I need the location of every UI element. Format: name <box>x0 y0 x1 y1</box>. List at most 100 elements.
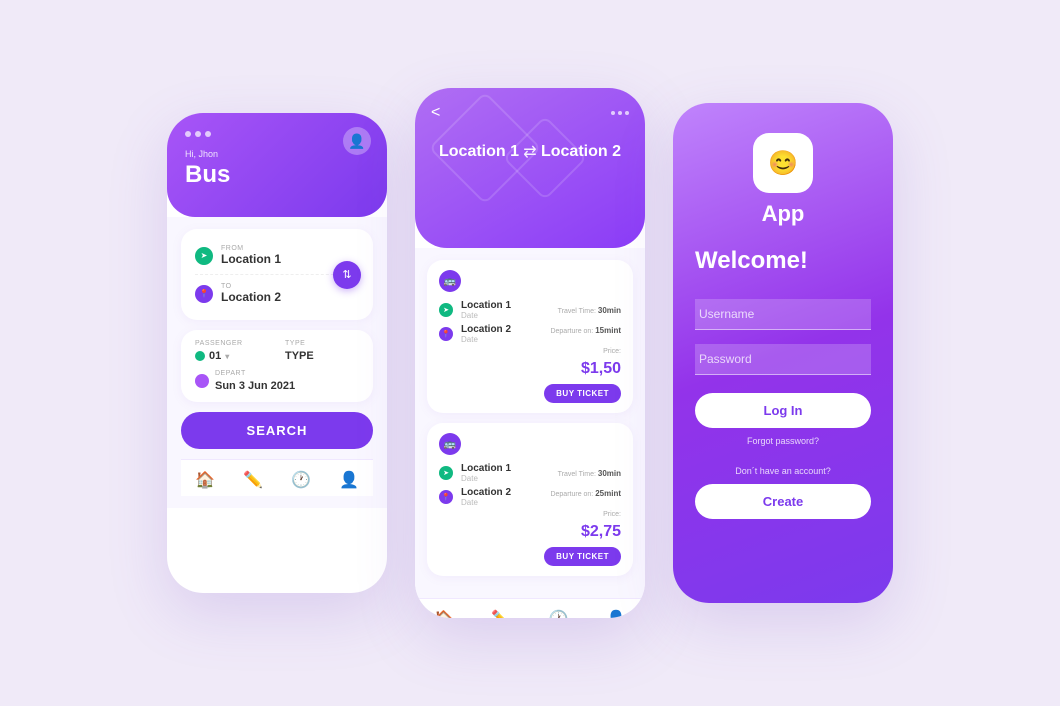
password-input[interactable] <box>695 344 871 375</box>
route-display: Location 1 ⇄ Location 2 <box>431 142 629 162</box>
screen3-body: 😊 App Welcome! Log In Forgot password? D… <box>673 103 893 543</box>
ticket-card-1: 🚌 ➤ Location 1 Date 📍 <box>427 260 633 413</box>
dot-2 <box>195 131 201 137</box>
to-icon-1: 📍 <box>439 327 453 341</box>
passenger-type-row: PASSENGER 01 ▾ TYPE TYPE <box>195 340 359 362</box>
app-name: App <box>762 201 805 227</box>
back-button[interactable]: < <box>431 104 440 122</box>
username-input[interactable] <box>695 299 871 330</box>
trip-details-card: PASSENGER 01 ▾ TYPE TYPE <box>181 330 373 402</box>
ticket-list-body: 🚌 ➤ Location 1 Date 📍 <box>415 248 645 598</box>
from-row: ➤ FROM Location 1 <box>195 241 359 270</box>
ticket-2-left: ➤ Location 1 Date 📍 Location 2 Date <box>439 463 544 541</box>
nav-profile-icon[interactable]: 👤 <box>339 470 359 490</box>
screen1-header: 👤 Hi, Jhon Bus <box>167 113 387 217</box>
bus-icon-2: 🚌 <box>439 433 461 455</box>
create-account-button[interactable]: Create <box>695 484 871 519</box>
dot-2 <box>618 111 622 115</box>
passenger-dot-icon <box>195 351 205 361</box>
ticket-1-from-info: Location 1 Date <box>461 300 511 320</box>
depart-row: DEPART Sun 3 Jun 2021 <box>195 370 359 392</box>
to-section: TO Location 2 <box>221 283 281 304</box>
to-icon: 📍 <box>195 285 213 303</box>
screen1-body: ➤ FROM Location 1 📍 TO Location 2 ⇅ <box>167 217 387 508</box>
nav2-home-icon[interactable]: 🏠 <box>434 609 454 618</box>
to-location: Location 2 <box>221 290 281 304</box>
type-label: TYPE <box>285 340 359 347</box>
greeting-text: Hi, Jhon <box>185 149 369 159</box>
dont-have-account-text: Don´t have an account? <box>735 466 831 476</box>
bus-icon-1: 🚌 <box>439 270 461 292</box>
nav-edit-icon[interactable]: ✏️ <box>243 470 263 490</box>
depart-section: DEPART Sun 3 Jun 2021 <box>215 370 295 392</box>
passenger-value: 01 ▾ <box>195 350 269 362</box>
nav-clock-icon[interactable]: 🕐 <box>291 470 311 490</box>
search-button[interactable]: SEARCH <box>181 412 373 449</box>
nav-home-icon[interactable]: 🏠 <box>195 470 215 490</box>
from-icon-1: ➤ <box>439 303 453 317</box>
buy-ticket-button-2[interactable]: BUY TICKET <box>544 547 621 566</box>
ticket-1-main: ➤ Location 1 Date 📍 Location 2 Date <box>439 300 621 378</box>
type-field: TYPE TYPE <box>285 340 359 362</box>
screen2-bottom-nav: 🏠 ✏️ 🕐 👤 <box>415 598 645 618</box>
ticket-2-from: Location 1 <box>461 463 511 474</box>
nav2-clock-icon[interactable]: 🕐 <box>549 609 569 618</box>
ticket-1-to-date: Date <box>461 335 511 344</box>
ticket-2-from-row: ➤ Location 1 Date <box>439 463 544 483</box>
welcome-heading: Welcome! <box>695 247 808 275</box>
ticket-1-left: ➤ Location 1 Date 📍 Location 2 Date <box>439 300 544 378</box>
ticket-2-departure: Departure on: 25mint <box>550 483 621 501</box>
ticket-card-2: 🚌 ➤ Location 1 Date 📍 <box>427 423 633 576</box>
passenger-expand[interactable]: ▾ <box>225 352 229 361</box>
dot-3 <box>625 111 629 115</box>
passenger-label: PASSENGER <box>195 340 269 347</box>
ticket-2-right: Travel Time: 30min Departure on: 25mint … <box>550 463 621 541</box>
buy-ticket-button-1[interactable]: BUY TICKET <box>544 384 621 403</box>
forgot-password-link[interactable]: Forgot password? <box>747 436 819 446</box>
ticket-2-bottom: BUY TICKET <box>439 547 621 566</box>
depart-value: Sun 3 Jun 2021 <box>215 380 295 392</box>
screen-1-bus-booking: 👤 Hi, Jhon Bus ➤ FROM Location 1 📍 TO <box>167 113 387 593</box>
screen-2-ticket-list: < Location 1 ⇄ Location 2 🚌 <box>415 88 645 618</box>
ticket-2-price-label: Price: <box>603 503 621 521</box>
from-icon-2: ➤ <box>439 466 453 480</box>
login-button[interactable]: Log In <box>695 393 871 428</box>
location-card: ➤ FROM Location 1 📍 TO Location 2 ⇅ <box>181 229 373 320</box>
from-location: Location 1 <box>221 252 281 266</box>
nav2-profile-icon[interactable]: 👤 <box>606 609 626 618</box>
ticket-1-price-label: Price: <box>603 340 621 358</box>
ticket-2-to-info: Location 2 Date <box>461 487 511 507</box>
ticket-1-price: $1,50 <box>581 360 621 378</box>
ticket-2-price: $2,75 <box>581 523 621 541</box>
ticket-2-travel-time: Travel Time: 30min <box>558 463 621 481</box>
depart-icon <box>195 374 209 388</box>
dot-1 <box>611 111 615 115</box>
ticket-1-from: Location 1 <box>461 300 511 311</box>
to-icon-2: 📍 <box>439 490 453 504</box>
ticket-2-to-date: Date <box>461 498 511 507</box>
ticket-1-from-date: Date <box>461 311 511 320</box>
screen2-header: < Location 1 ⇄ Location 2 <box>415 88 645 248</box>
origin-label: Location 1 <box>439 143 519 161</box>
passenger-field: PASSENGER 01 ▾ <box>195 340 269 362</box>
header-dots <box>185 131 369 137</box>
ticket-1-to-row: 📍 Location 2 Date <box>439 324 544 344</box>
app-logo-emoji: 😊 <box>768 149 798 178</box>
user-avatar[interactable]: 👤 <box>343 127 371 155</box>
ticket-1-to-info: Location 2 Date <box>461 324 511 344</box>
page-title: Bus <box>185 161 369 189</box>
ticket-2-from-date: Date <box>461 474 511 483</box>
destination-label: Location 2 <box>541 143 621 161</box>
header-top-row: < <box>431 104 629 122</box>
ticket-2-main: ➤ Location 1 Date 📍 Location 2 Date <box>439 463 621 541</box>
from-label: FROM <box>221 245 281 252</box>
nav2-edit-icon[interactable]: ✏️ <box>491 609 511 618</box>
header-dots <box>611 111 629 115</box>
ticket-1-departure: Departure on: 15mint <box>550 320 621 338</box>
ticket-1-right: Travel Time: 30min Departure on: 15mint … <box>550 300 621 378</box>
ticket-2-to: Location 2 <box>461 487 511 498</box>
swap-button[interactable]: ⇅ <box>333 261 361 289</box>
dot-1 <box>185 131 191 137</box>
ticket-2-to-row: 📍 Location 2 Date <box>439 487 544 507</box>
bottom-nav: 🏠 ✏️ 🕐 👤 <box>181 459 373 496</box>
